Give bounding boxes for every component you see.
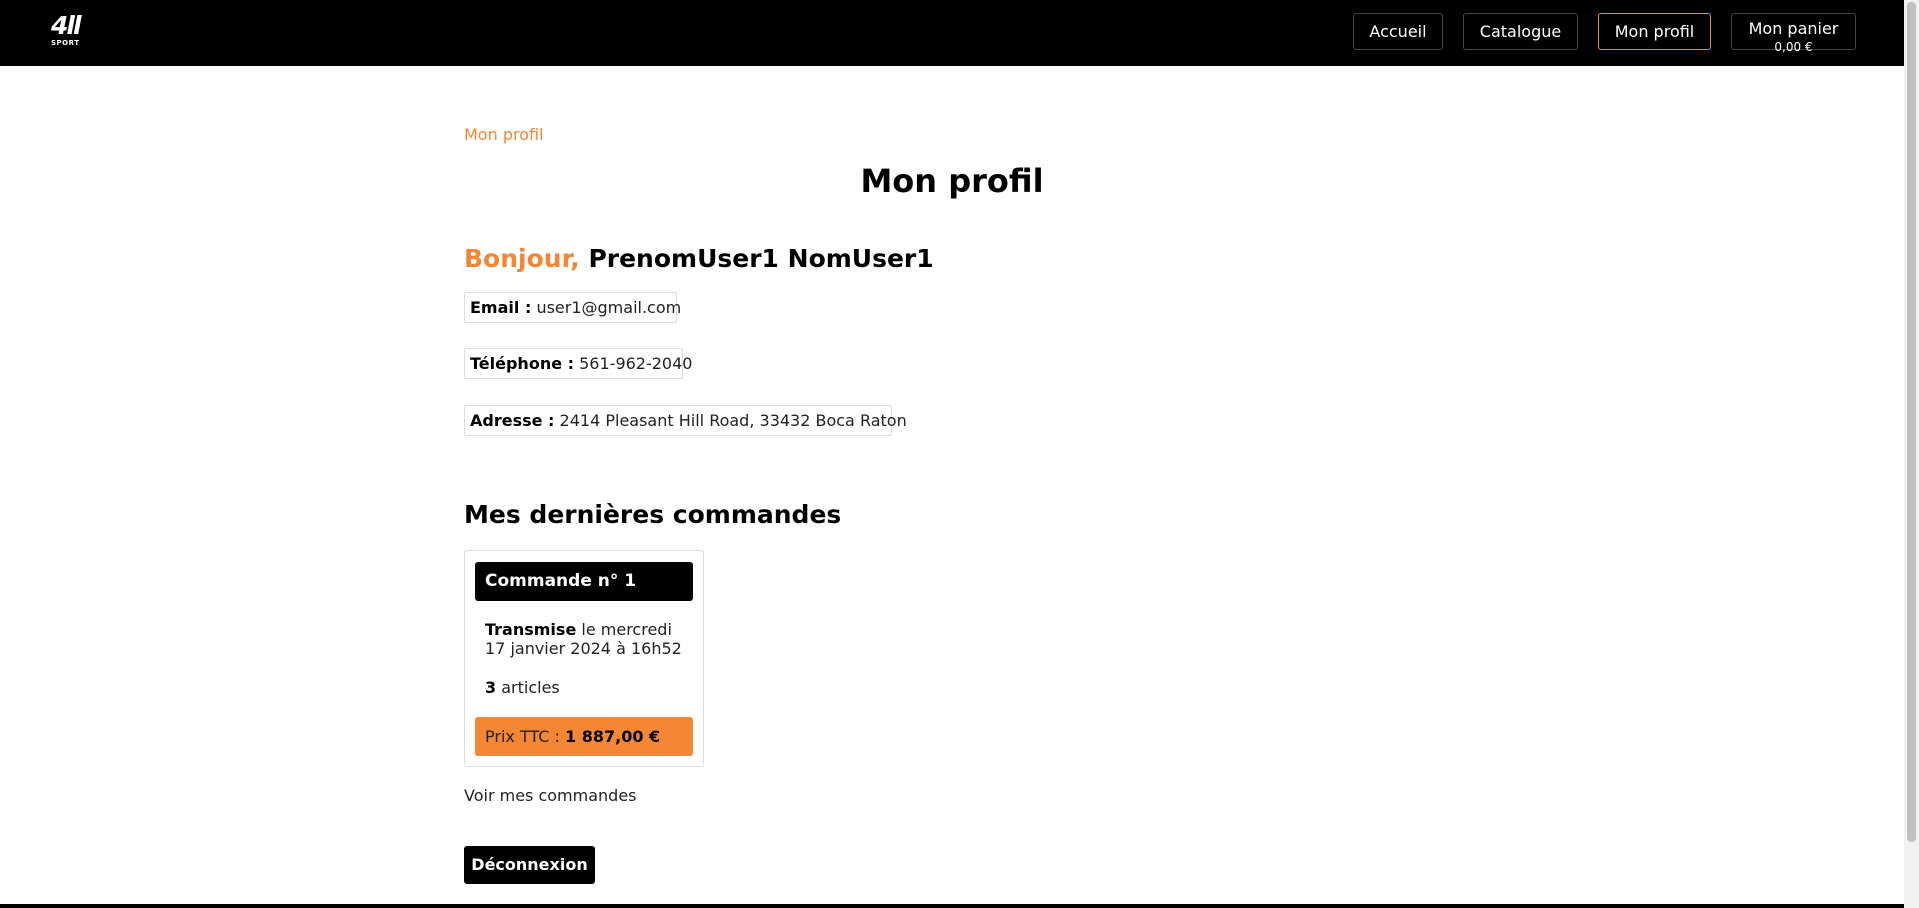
order-price: Prix TTC : 1 887,00 €	[475, 717, 693, 756]
cart-label: Mon panier	[1748, 19, 1839, 38]
logo-subtitle: SPORT	[51, 39, 80, 47]
see-orders-link[interactable]: Voir mes commandes	[464, 786, 637, 805]
phone-value: 561-962-2040	[579, 354, 693, 373]
nav-profil-button[interactable]: Mon profil	[1598, 13, 1711, 50]
vertical-scrollbar[interactable]	[1904, 0, 1919, 908]
order-card[interactable]: Commande n° 1 Transmise le mercredi 17 j…	[464, 550, 704, 767]
order-status: Transmise	[485, 620, 577, 639]
cart-total: 0,00 €	[1774, 40, 1813, 54]
nav-catalogue-button[interactable]: Catalogue	[1463, 13, 1578, 50]
order-date: Transmise le mercredi 17 janvier 2024 à …	[485, 620, 685, 658]
scrollbar-thumb[interactable]	[1907, 2, 1916, 842]
logout-button[interactable]: Déconnexion	[464, 846, 595, 884]
address-info: Adresse : 2414 Pleasant Hill Road, 33432…	[464, 405, 907, 436]
greeting-hello: Bonjour,	[464, 244, 580, 273]
user-full-name: PrenomUser1 NomUser1	[588, 244, 934, 273]
email-label: Email :	[470, 298, 532, 317]
logo-mark: 4ll	[51, 11, 82, 40]
order-items-count: 3	[485, 678, 497, 697]
brand-logo[interactable]: 4ll SPORT	[51, 13, 91, 53]
footer-border	[0, 904, 1904, 908]
page: 4ll SPORT Accueil Catalogue Mon profil M…	[0, 0, 1919, 908]
phone-label: Téléphone :	[470, 354, 575, 373]
top-navbar: 4ll SPORT Accueil Catalogue Mon profil M…	[0, 0, 1904, 66]
order-items: 3 articles	[485, 678, 560, 697]
greeting: Bonjour, PrenomUser1 NomUser1	[464, 244, 934, 273]
order-price-label: Prix TTC :	[485, 727, 560, 746]
address-value: 2414 Pleasant Hill Road, 33432 Boca Rato…	[559, 411, 907, 430]
order-title: Commande n° 1	[475, 562, 693, 601]
page-title: Mon profil	[860, 162, 1044, 200]
order-items-label: articles	[501, 678, 560, 697]
order-price-value: 1 887,00 €	[565, 727, 661, 746]
phone-info: Téléphone : 561-962-2040	[464, 348, 692, 379]
address-label: Adresse :	[470, 411, 555, 430]
email-value: user1@gmail.com	[536, 298, 682, 317]
orders-section-title: Mes dernières commandes	[464, 500, 842, 529]
email-info: Email : user1@gmail.com	[464, 292, 681, 323]
nav-accueil-button[interactable]: Accueil	[1353, 13, 1443, 50]
nav-panier-button[interactable]: Mon panier 0,00 €	[1731, 13, 1856, 54]
breadcrumb[interactable]: Mon profil	[464, 125, 544, 144]
